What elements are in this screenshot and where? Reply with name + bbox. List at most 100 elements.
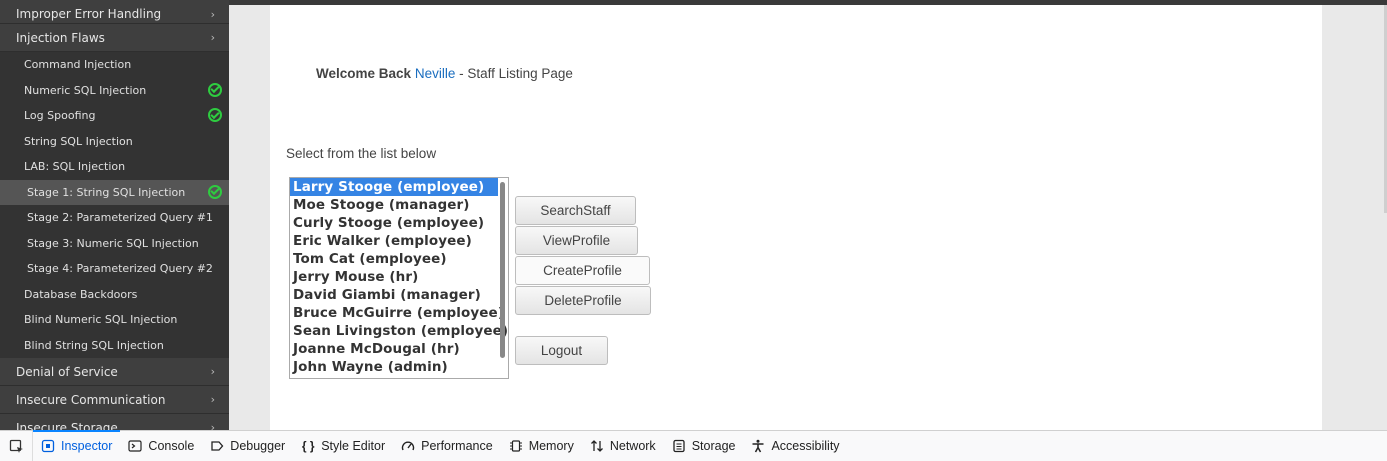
sidebar-item-label: Log Spoofing xyxy=(24,109,96,123)
chevron-right-icon: › xyxy=(210,8,215,21)
sidebar-item-label: Command Injection xyxy=(24,58,132,72)
search-staff-button[interactable]: SearchStaff xyxy=(515,196,636,225)
devtools-tab-storage[interactable]: Storage xyxy=(664,431,744,461)
sidebar-item-blind-string-sql-injection[interactable]: Blind String SQL Injection xyxy=(0,333,229,359)
sidebar-item-label: Stage 2: Parameterized Query #1 xyxy=(27,211,213,225)
devtools-tab-label: Style Editor xyxy=(321,439,386,453)
content-gutter-right xyxy=(1322,5,1387,430)
staff-option[interactable]: Moe Stooge (manager) xyxy=(290,196,498,214)
devtools-tab-label: Accessibility xyxy=(771,439,840,453)
create-profile-button[interactable]: CreateProfile xyxy=(515,256,650,285)
devtools-tab-label: Memory xyxy=(528,439,574,453)
sidebar-item-stage-4[interactable]: Stage 4: Parameterized Query #2 xyxy=(0,256,229,282)
devtools-tab-console[interactable]: Console xyxy=(120,431,202,461)
check-circle-icon xyxy=(208,184,222,199)
check-circle-icon xyxy=(208,108,222,122)
sidebar-category-label: Improper Error Handling xyxy=(16,7,162,21)
staff-option[interactable]: Bruce McGuirre (employee) xyxy=(290,304,504,322)
style-editor-icon: { } xyxy=(301,439,315,453)
sidebar-item-stage-3[interactable]: Stage 3: Numeric SQL Injection xyxy=(0,231,229,257)
storage-icon xyxy=(672,439,686,453)
lesson-sidebar: Improper Error Handling › Injection Flaw… xyxy=(0,0,229,430)
welcome-prefix: Welcome Back xyxy=(316,66,412,81)
sidebar-item-label: String SQL Injection xyxy=(24,134,133,148)
sidebar-submenu: Command Injection Numeric SQL Injection … xyxy=(0,52,229,358)
delete-profile-button[interactable]: DeleteProfile xyxy=(515,286,651,315)
chevron-right-icon: › xyxy=(210,365,215,378)
devtools-tab-debugger[interactable]: Debugger xyxy=(202,431,293,461)
listbox-scrollbar[interactable] xyxy=(500,182,505,358)
devtools-tab-memory[interactable]: Memory xyxy=(501,431,582,461)
staff-option[interactable]: Larry Stooge (employee) xyxy=(290,178,498,196)
performance-icon xyxy=(401,439,415,453)
devtools-tab-style-editor[interactable]: { } Style Editor xyxy=(293,431,393,461)
sidebar-item-label: Stage 3: Numeric SQL Injection xyxy=(27,236,199,250)
sidebar-item-label: Blind String SQL Injection xyxy=(24,338,164,352)
sidebar-item-label: Database Backdoors xyxy=(24,287,138,301)
devtools-tab-performance[interactable]: Performance xyxy=(393,431,501,461)
sidebar-category-label: Insecure Communication xyxy=(16,392,166,407)
inspector-icon xyxy=(41,439,55,453)
devtools-tab-label: Performance xyxy=(421,439,493,453)
sidebar-category-improper-error-handling[interactable]: Improper Error Handling › xyxy=(0,0,229,24)
content-gutter-left xyxy=(229,5,270,430)
sidebar-category-label: Insecure Storage xyxy=(16,420,118,431)
staff-option[interactable]: Curly Stooge (employee) xyxy=(290,214,498,232)
sidebar-category-denial-of-service[interactable]: Denial of Service › xyxy=(0,358,229,386)
view-profile-button[interactable]: ViewProfile xyxy=(515,226,638,255)
console-icon xyxy=(128,439,143,453)
sidebar-item-label: Numeric SQL Injection xyxy=(24,83,147,97)
sidebar-item-command-injection[interactable]: Command Injection xyxy=(0,52,229,78)
staff-option[interactable]: Joanne McDougal (hr) xyxy=(290,340,498,358)
devtools-tab-label: Inspector xyxy=(61,439,113,453)
user-name: Neville xyxy=(414,66,456,81)
staff-listbox[interactable]: Larry Stooge (employee) Moe Stooge (manag… xyxy=(289,177,509,379)
devtools-tab-label: Debugger xyxy=(230,439,286,453)
sidebar-item-blind-numeric-sql-injection[interactable]: Blind Numeric SQL Injection xyxy=(0,307,229,333)
sidebar-category-injection-flaws[interactable]: Injection Flaws › xyxy=(0,24,229,52)
devtools-tab-accessibility[interactable]: Accessibility xyxy=(743,431,847,461)
devtools-tabs: Inspector Console Debugger { } Style Editor P… xyxy=(33,430,848,461)
select-instruction: Select from the list below xyxy=(286,146,437,161)
chevron-right-icon: › xyxy=(210,31,215,44)
staff-option[interactable]: Jerry Mouse (hr) xyxy=(290,268,498,286)
sidebar-category-label: Denial of Service xyxy=(16,364,118,379)
element-picker-button[interactable] xyxy=(0,431,33,461)
accessibility-icon xyxy=(751,439,765,453)
chevron-right-icon: › xyxy=(210,393,215,406)
staff-option[interactable]: Tom Cat (employee) xyxy=(290,250,498,268)
devtools-tab-label: Network xyxy=(609,439,656,453)
staff-options: Larry Stooge (employee) Moe Stooge (manag… xyxy=(290,178,508,376)
sidebar-item-lab-sql-injection[interactable]: LAB: SQL Injection xyxy=(0,154,229,180)
devtools-tab-network[interactable]: Network xyxy=(582,431,664,461)
debugger-icon xyxy=(210,439,224,453)
sidebar-item-log-spoofing[interactable]: Log Spoofing xyxy=(0,103,229,129)
element-picker-icon xyxy=(9,439,23,453)
sidebar-item-label: Stage 4: Parameterized Query #2 xyxy=(27,262,213,276)
welcome-suffix: - Staff Listing Page xyxy=(459,66,573,81)
sidebar-item-numeric-sql-injection[interactable]: Numeric SQL Injection xyxy=(0,78,229,104)
sidebar-category-insecure-storage[interactable]: Insecure Storage › xyxy=(0,414,229,431)
sidebar-item-label: Stage 1: String SQL Injection xyxy=(27,185,186,199)
sidebar-category-label: Injection Flaws xyxy=(16,30,105,45)
sidebar-item-label: Blind Numeric SQL Injection xyxy=(24,313,178,327)
devtools-tab-inspector[interactable]: Inspector xyxy=(33,430,121,461)
chevron-right-icon: › xyxy=(210,421,215,430)
sidebar-item-label: LAB: SQL Injection xyxy=(24,160,126,174)
logout-button[interactable]: Logout xyxy=(515,336,608,365)
sidebar-category-insecure-communication[interactable]: Insecure Communication › xyxy=(0,386,229,414)
check-circle-icon xyxy=(208,82,222,97)
sidebar-item-stage-2[interactable]: Stage 2: Parameterized Query #1 xyxy=(0,205,229,231)
devtools-tab-label: Storage xyxy=(691,439,736,453)
staff-option[interactable]: Eric Walker (employee) xyxy=(290,232,498,250)
memory-icon xyxy=(509,439,523,453)
sidebar-item-database-backdoors[interactable]: Database Backdoors xyxy=(0,282,229,308)
staff-option[interactable]: Sean Livingston (employee) xyxy=(290,322,508,340)
devtools-toolbar: Inspector Console Debugger { } Style Editor P… xyxy=(0,430,1387,461)
network-icon xyxy=(590,439,604,453)
sidebar-item-string-sql-injection[interactable]: String SQL Injection xyxy=(0,129,229,155)
staff-option[interactable]: David Giambi (manager) xyxy=(290,286,498,304)
sidebar-item-stage-1[interactable]: Stage 1: String SQL Injection xyxy=(0,179,229,205)
staff-option[interactable]: John Wayne (admin) xyxy=(290,358,498,376)
lesson-content: Welcome Back Neville - Staff Listing Pag… xyxy=(270,5,1322,430)
